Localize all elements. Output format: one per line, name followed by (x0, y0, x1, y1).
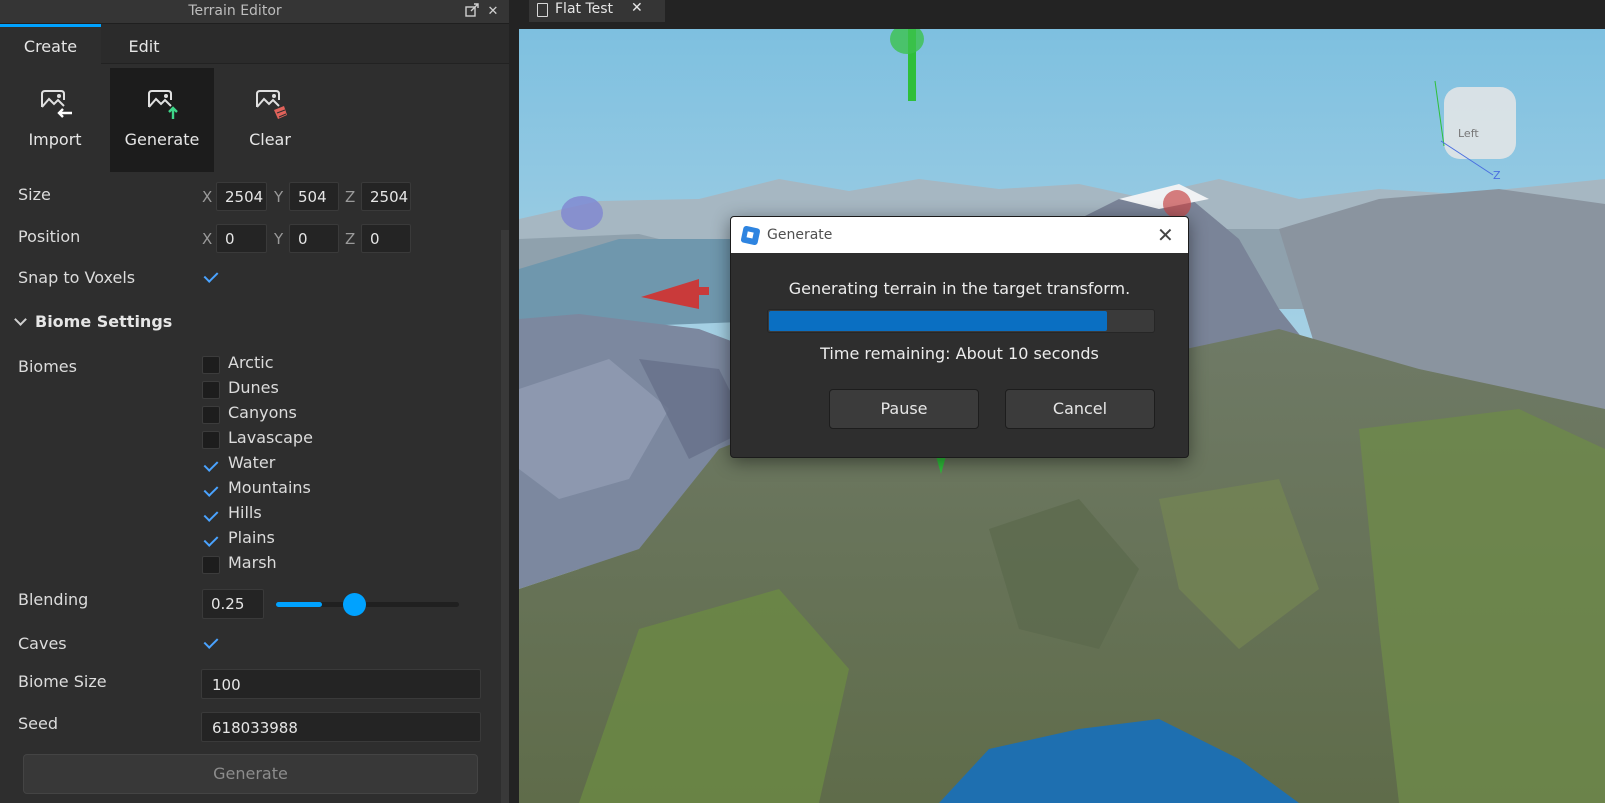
chevron-down-icon (14, 313, 27, 326)
size-y-axis: Y (274, 188, 284, 206)
snap-label: Snap to Voxels (18, 268, 136, 287)
position-y-axis: Y (274, 230, 284, 248)
biome-lavascape-checkbox[interactable] (202, 431, 220, 449)
position-x-axis: X (202, 230, 213, 248)
biome-canyons-label: Canyons (228, 403, 297, 422)
position-label: Position (18, 227, 81, 246)
blending-label: Blending (18, 590, 89, 609)
import-icon (41, 90, 72, 118)
document-tab-bar: Flat Test ✕ (519, 0, 1605, 29)
biome-arctic-checkbox[interactable] (202, 356, 220, 374)
biome-hills-label: Hills (228, 503, 262, 522)
clear-icon (256, 90, 287, 119)
panel-tabs: Create Edit (0, 24, 510, 64)
generate-icon (148, 90, 178, 119)
biome-settings-header[interactable]: Biome Settings (14, 312, 172, 331)
clear-label: Clear (249, 130, 291, 149)
size-y-input[interactable]: 504 (289, 182, 339, 211)
biome-plains-label: Plains (228, 528, 275, 547)
blending-slider[interactable] (276, 593, 459, 616)
close-tab-icon[interactable]: ✕ (631, 0, 643, 16)
biome-mountains-checkbox[interactable] (202, 481, 220, 499)
seed-input[interactable]: 618033988 (201, 712, 481, 742)
biome-marsh-label: Marsh (228, 553, 277, 572)
tab-edit[interactable]: Edit (101, 24, 187, 64)
panel-scrollbar[interactable] (501, 230, 509, 803)
biome-mountains-label: Mountains (228, 478, 311, 497)
size-z-input[interactable]: 2504 (361, 182, 411, 211)
undock-icon[interactable] (463, 3, 481, 21)
biome-settings-label: Biome Settings (35, 312, 173, 331)
import-label: Import (28, 130, 82, 149)
progress-bar (767, 309, 1155, 333)
progress-fill (769, 311, 1107, 331)
biome-size-label: Biome Size (18, 672, 107, 691)
size-x-axis: X (202, 188, 213, 206)
biome-dunes-checkbox[interactable] (202, 381, 220, 399)
position-y-input[interactable]: 0 (289, 224, 339, 253)
biome-arctic-label: Arctic (228, 353, 274, 372)
biome-water-checkbox[interactable] (202, 456, 220, 474)
panel-titlebar: Terrain Editor ✕ (0, 0, 510, 24)
biome-canyons-checkbox[interactable] (202, 406, 220, 424)
blending-input[interactable]: 0.25 (202, 589, 264, 619)
blending-slider-fill (276, 602, 322, 607)
biome-size-input[interactable]: 100 (201, 669, 481, 699)
biome-marsh-checkbox[interactable] (202, 556, 220, 574)
position-z-input[interactable]: 0 (361, 224, 411, 253)
dialog-title: Generate (767, 227, 833, 243)
clear-tool-button[interactable]: Clear (218, 68, 322, 172)
svg-text:Z: Z (1493, 169, 1501, 182)
seed-label: Seed (18, 714, 58, 733)
cancel-button[interactable]: Cancel (1005, 389, 1155, 429)
size-x-input[interactable]: 2504 (216, 182, 267, 211)
snap-checkbox[interactable] (202, 267, 220, 285)
time-remaining: Time remaining: About 10 seconds (820, 344, 1099, 363)
biome-hills-checkbox[interactable] (202, 506, 220, 524)
biome-plains-checkbox[interactable] (202, 531, 220, 549)
dialog-titlebar: Generate ✕ (731, 217, 1188, 253)
biome-dunes-label: Dunes (228, 378, 279, 397)
size-label: Size (18, 185, 51, 204)
panel-splitter[interactable] (509, 0, 519, 803)
biomes-label: Biomes (18, 357, 77, 376)
pause-button[interactable]: Pause (829, 389, 979, 429)
tab-create[interactable]: Create (0, 24, 101, 64)
dialog-close-icon[interactable]: ✕ (1157, 223, 1174, 247)
generate-dialog: Generate ✕ Generating terrain in the tar… (730, 216, 1189, 458)
terrain-editor-panel: Terrain Editor ✕ Create Edit Import Gene… (0, 0, 510, 803)
dialog-message: Generating terrain in the target transfo… (788, 279, 1131, 298)
generate-label: Generate (124, 130, 200, 149)
position-x-input[interactable]: 0 (216, 224, 267, 253)
svg-text:Left: Left (1458, 127, 1479, 140)
place-file-icon (537, 3, 548, 17)
roblox-studio-logo-icon (740, 225, 761, 246)
import-tool-button[interactable]: Import (3, 68, 107, 172)
close-icon[interactable]: ✕ (484, 3, 502, 21)
generate-button[interactable]: Generate (23, 754, 478, 794)
panel-title: Terrain Editor (188, 3, 282, 19)
document-tab[interactable]: Flat Test ✕ (529, 0, 665, 22)
biome-water-label: Water (228, 453, 276, 472)
biome-lavascape-label: Lavascape (228, 428, 313, 447)
position-z-axis: Z (345, 230, 356, 248)
document-tab-label: Flat Test (555, 1, 614, 17)
caves-label: Caves (18, 634, 67, 653)
caves-checkbox[interactable] (202, 633, 220, 651)
size-z-axis: Z (345, 188, 356, 206)
blending-slider-thumb[interactable] (342, 593, 366, 616)
generate-tool-button[interactable]: Generate (110, 68, 214, 172)
